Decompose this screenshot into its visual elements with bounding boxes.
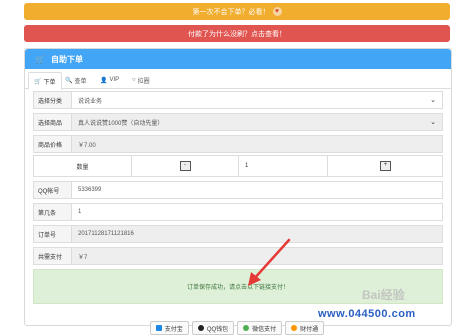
wechat-pay-label: 微信支付 [252,326,277,333]
qq-row: QQ帐号 5336399 [33,181,443,199]
cart-icon: 🛒 [35,54,45,64]
first-order-guide-banner[interactable]: 第一次不会下单？必看！ ♥ [24,3,450,20]
heart-icon: ♥ [272,7,282,16]
qq-label: QQ帐号 [34,182,72,198]
first-order-guide-text: 第一次不会下单？必看！ [192,8,270,16]
site-watermark: www.044500.com [318,308,416,320]
cart-icon: 🛒 [34,78,42,85]
tenpay-label: 财付通 [300,326,319,333]
quantity-minus-cell: - [132,156,239,176]
quantity-plus-cell: + [329,156,442,176]
payment-buttons: 支付宝 QQ钱包 微信支付 财付通 [33,321,441,335]
price-field: ￥7.00 [72,136,442,152]
quantity-plus-button[interactable]: + [380,161,391,171]
total-label: 共需支付 [34,248,72,264]
tab-vip[interactable]: 👤 VIP [95,72,124,88]
search-icon: 🔍 [65,77,73,84]
user-icon: 👤 [100,77,108,84]
quantity-label: 数量 [34,156,132,176]
quantity-minus-button[interactable]: - [179,161,191,171]
tenpay-button[interactable]: 财付通 [285,321,325,335]
qq-input[interactable]: 5336399 [72,182,442,198]
tab-query[interactable]: 🔍 查单 [60,72,92,88]
chevron-down-icon: ⌄ [430,97,436,104]
alipay-icon [155,325,162,331]
which-input[interactable]: 1 [72,204,442,220]
tab-invite-label: 拉圈 [137,78,150,85]
product-select[interactable]: 真人说说赞1000赞（自动先量） ⌄ [72,114,442,130]
quantity-input[interactable]: 1 [239,156,328,176]
product-label: 选择商品 [34,114,72,130]
which-label: 第几条 [34,204,72,220]
wechat-pay-button[interactable]: 微信支付 [237,321,283,335]
product-row: 选择商品 真人说说赞1000赞（自动先量） ⌄ [33,113,443,131]
which-row: 第几条 1 [33,203,443,221]
qq-wallet-button[interactable]: QQ钱包 [191,321,235,335]
order-number-row: 订单号 20171128171121816 [33,225,443,243]
payment-help-text: 付款了为什么没刷？点击查看！ [188,30,286,38]
panel-title: 自助下单 [50,54,83,64]
tab-order-label: 下单 [43,79,56,86]
tab-invite[interactable]: ○ 拉圈 [127,72,155,88]
category-select[interactable]: 说说业务 ⌄ [72,92,442,108]
tab-query-label: 查单 [74,78,87,85]
qq-wallet-label: QQ钱包 [206,326,229,333]
panel-header: 🛒 自助下单 [25,49,451,69]
product-value: 真人说说赞1000赞（自动先量） [78,120,164,127]
category-row: 选择分类 说说业务 ⌄ [33,91,443,109]
alipay-button[interactable]: 支付宝 [149,321,189,335]
order-number-label: 订单号 [34,226,72,242]
tab-vip-label: VIP [109,77,120,83]
category-value: 说说业务 [78,98,103,105]
tenpay-icon [291,325,298,331]
order-panel: 🛒 自助下单 🛒 下单 🔍 查单 👤 VIP ○ 拉圈 选择分类 说说业务 ⌄ [24,48,452,335]
total-row: 共需支付 ￥7 [33,247,443,265]
circle-icon: ○ [132,77,136,83]
tab-bar: 🛒 下单 🔍 查单 👤 VIP ○ 拉圈 [25,70,451,90]
quantity-row: 数量 - 1 + [33,155,443,177]
price-label: 商品价格 [34,136,72,152]
tab-order[interactable]: 🛒 下单 [28,72,62,90]
price-row: 商品价格 ￥7.00 [33,135,443,153]
category-label: 选择分类 [34,92,72,108]
payment-help-banner[interactable]: 付款了为什么没刷？点击查看！ [24,25,450,42]
alipay-label: 支付宝 [164,326,183,333]
baidu-watermark: Bai经验 [362,288,405,302]
wechat-icon [243,325,250,331]
chevron-down-icon: ⌄ [430,119,436,126]
qq-penguin-icon [197,325,204,331]
red-arrow-annotation [248,238,291,286]
